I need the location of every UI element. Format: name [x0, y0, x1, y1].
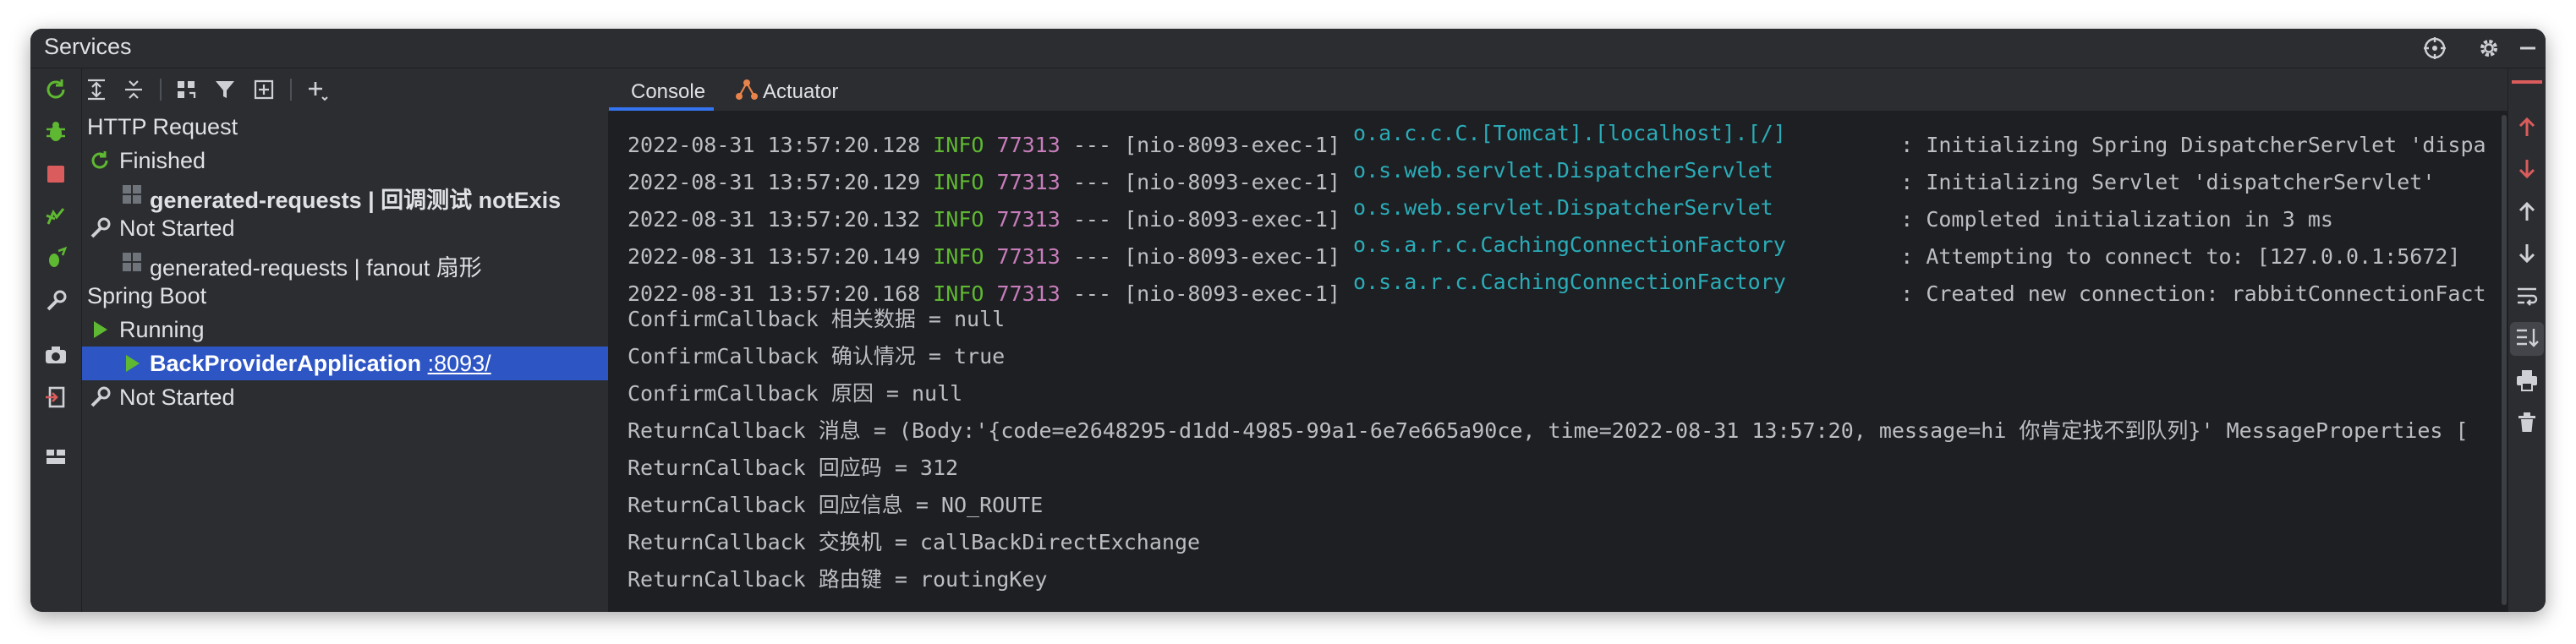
down-red-icon[interactable]	[2514, 156, 2540, 182]
log-logger: o.a.c.c.C.[Tomcat].[localhost].[/]	[1353, 121, 1786, 145]
up-red-icon[interactable]	[2514, 114, 2540, 139]
app-port-link[interactable]: :8093/	[428, 351, 491, 376]
wrench-icon	[87, 385, 112, 410]
tab-console[interactable]: Console	[609, 68, 714, 111]
tab-label: Actuator	[763, 80, 839, 103]
group-icon[interactable]	[173, 77, 199, 102]
console-line: ReturnCallback 回应信息 = NO_ROUTE	[628, 493, 1044, 517]
log-line: 2022-08-31 13:57:20.128 INFO 77313 --- […	[628, 115, 2486, 157]
run-icon	[87, 317, 112, 342]
log-line: 2022-08-31 13:57:20.149 INFO 77313 --- […	[628, 226, 2460, 269]
app-label: BackProviderApplication :8093/	[150, 351, 491, 377]
up-arrow-icon[interactable]	[2514, 199, 2540, 224]
http-file-icon	[119, 249, 145, 275]
tree-node-running[interactable]: Running	[82, 313, 608, 347]
console-line: ConfirmCallback 确认情况 = true	[628, 344, 1006, 368]
log-line: 2022-08-31 13:57:20.132 INFO 77313 --- […	[628, 189, 2333, 232]
log-message: : Created new connection: rabbitConnecti…	[1900, 281, 2486, 306]
wrench-icon	[87, 216, 112, 241]
tree-node-label: Not Started	[119, 385, 235, 410]
tab-actuator[interactable]: Actuator	[727, 68, 863, 111]
scroll-to-end-icon[interactable]	[2510, 322, 2544, 356]
actuator-icon	[734, 77, 759, 102]
log-line: 2022-08-31 13:57:20.168 INFO 77313 --- […	[628, 264, 2486, 306]
tree-toolbar	[82, 68, 608, 111]
log-logger: o.s.web.servlet.DispatcherServlet	[1353, 195, 1773, 220]
log-logger: o.s.web.servlet.DispatcherServlet	[1353, 158, 1773, 183]
print-icon[interactable]	[2514, 368, 2540, 393]
tree-node-label: Finished	[119, 148, 206, 173]
tree-node-label: HTTP Request	[87, 114, 238, 139]
log-thread: [nio-8093-exec-1]	[1124, 281, 1340, 306]
toolbar-separator	[290, 79, 292, 101]
rerun-icon	[87, 148, 112, 173]
app-name: BackProviderApplication	[150, 351, 422, 376]
window-title: Services	[44, 34, 132, 59]
tree-node-generated-requests-fanout[interactable]: generated-requests | fanout 扇形	[82, 245, 608, 281]
gear-icon[interactable]	[2476, 35, 2502, 61]
tree-node-not-started[interactable]: Not Started	[82, 380, 608, 414]
log-separator: ---	[1072, 281, 1112, 306]
toolbar-separator	[160, 79, 162, 101]
filter-icon[interactable]	[212, 77, 238, 102]
target-icon[interactable]	[2422, 35, 2447, 61]
tree-node-back-provider-application[interactable]: BackProviderApplication :8093/	[82, 347, 608, 380]
tree-node-finished[interactable]: Finished	[82, 144, 608, 177]
tree-node-spring-boot[interactable]: Spring Boot	[82, 279, 608, 313]
tab-label: Console	[631, 80, 706, 103]
collapse-all-icon[interactable]	[121, 77, 146, 102]
log-line: 2022-08-31 13:57:20.129 INFO 77313 --- […	[628, 152, 2435, 194]
services-left-toolbar	[30, 68, 82, 612]
run-icon	[119, 351, 145, 376]
console-line: ReturnCallback 回应码 = 312	[628, 456, 959, 480]
services-window: Services HTTP Request Finished generated…	[30, 29, 2546, 612]
error-stripe-marker	[2512, 80, 2542, 84]
tree-node-label: Not Started	[119, 216, 235, 241]
exit-icon[interactable]	[43, 385, 69, 410]
deploy-icon[interactable]	[43, 204, 69, 229]
layout-icon[interactable]	[43, 444, 69, 469]
services-tree: HTTP Request Finished generated-requests…	[82, 112, 609, 612]
log-pid: 77313	[996, 281, 1061, 306]
log-logger: o.s.a.r.c.CachingConnectionFactory	[1353, 232, 1786, 257]
console-line: ReturnCallback 交换机 = callBackDirectExcha…	[628, 530, 1201, 554]
debug-deploy-icon[interactable]	[43, 246, 69, 271]
stop-icon[interactable]	[43, 161, 69, 187]
down-arrow-icon[interactable]	[2514, 241, 2540, 266]
console-right-toolbar	[2507, 68, 2546, 612]
minimize-icon[interactable]	[2515, 35, 2540, 61]
tree-node-label: generated-requests | fanout 扇形	[150, 255, 482, 281]
new-service-icon[interactable]	[251, 77, 277, 102]
trash-icon[interactable]	[2514, 410, 2540, 435]
debug-icon[interactable]	[43, 119, 69, 145]
console-output[interactable]: 2022-08-31 13:57:20.128 INFO 77313 --- […	[609, 112, 2508, 612]
wrench-icon[interactable]	[43, 288, 69, 314]
expand-all-icon[interactable]	[84, 77, 109, 102]
tree-node-generated-requests-callback[interactable]: generated-requests | 回调测试 notExis	[82, 177, 608, 213]
console-line: ReturnCallback 路由键 = routingKey	[628, 567, 1048, 592]
rerun-icon[interactable]	[43, 77, 69, 102]
tree-node-label: Running	[119, 317, 205, 342]
tree-node-not-started[interactable]: Not Started	[82, 211, 608, 245]
camera-icon[interactable]	[43, 342, 69, 368]
console-line: ConfirmCallback 相关数据 = null	[628, 307, 1006, 331]
add-icon[interactable]	[304, 77, 329, 102]
title-bar: Services	[30, 29, 2546, 68]
tree-node-http-request[interactable]: HTTP Request	[82, 112, 608, 144]
soft-wrap-icon[interactable]	[2514, 283, 2540, 308]
log-logger: o.s.a.r.c.CachingConnectionFactory	[1353, 270, 1786, 294]
http-file-icon	[119, 182, 145, 207]
console-line: ConfirmCallback 原因 = null	[628, 381, 963, 406]
console-line: ReturnCallback 消息 = (Body:'{code=e264829…	[628, 418, 2469, 443]
tree-node-label: generated-requests | 回调测试 notExis	[150, 188, 562, 213]
scrollbar-thumb[interactable]	[2502, 115, 2507, 605]
console-tabs: Console Actuator	[609, 68, 2508, 112]
tree-node-label: Spring Boot	[87, 283, 207, 308]
